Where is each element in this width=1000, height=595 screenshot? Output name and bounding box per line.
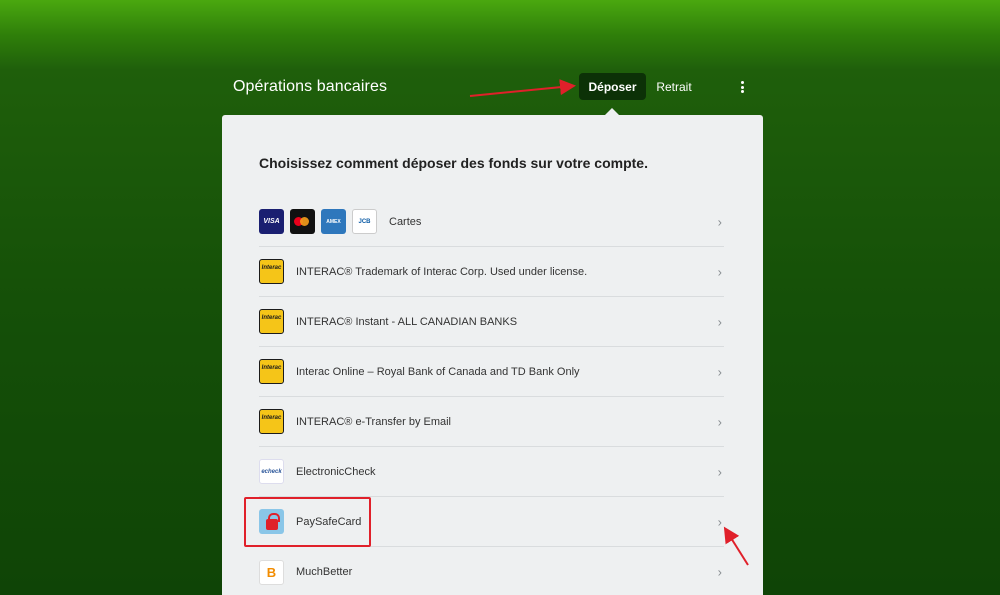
- method-label: Cartes: [389, 215, 422, 228]
- amex-logo: AMEX: [321, 209, 346, 234]
- page-title: Opérations bancaires: [233, 78, 388, 95]
- method-row-cards[interactable]: VISA AMEX JCB Cartes ›: [259, 197, 724, 247]
- method-label: Interac Online – Royal Bank of Canada an…: [296, 365, 580, 378]
- card-logos: VISA AMEX JCB: [259, 209, 377, 234]
- kebab-menu-icon[interactable]: [734, 78, 750, 96]
- chevron-right-icon: ›: [717, 264, 722, 279]
- method-row-interac-instant[interactable]: Interac INTERAC® Instant - ALL CANADIAN …: [259, 297, 724, 347]
- interac-logo: Interac: [259, 259, 284, 284]
- interac-logo: Interac: [259, 359, 284, 384]
- method-label: PaySafeCard: [296, 515, 362, 528]
- visa-logo: VISA: [259, 209, 284, 234]
- paysafecard-logo: [259, 509, 284, 534]
- mastercard-logo: [290, 209, 315, 234]
- method-row-interac-trademark[interactable]: Interac INTERAC® Trademark of Interac Co…: [259, 247, 724, 297]
- chevron-right-icon: ›: [717, 214, 722, 229]
- chevron-right-icon: ›: [717, 314, 722, 329]
- tab-deposit[interactable]: Déposer: [579, 73, 646, 100]
- method-row-interac-online[interactable]: Interac Interac Online – Royal Bank of C…: [259, 347, 724, 397]
- annotation-arrow-deposit: [469, 79, 576, 97]
- method-label: INTERAC® Instant - ALL CANADIAN BANKS: [296, 315, 518, 328]
- method-row-paysafecard[interactable]: PaySafeCard ›: [259, 497, 724, 547]
- chevron-right-icon: ›: [717, 464, 722, 479]
- echeck-logo: echeck: [259, 459, 284, 484]
- chevron-right-icon: ›: [717, 514, 722, 529]
- method-label: INTERAC® e-Transfer by Email: [296, 415, 452, 428]
- method-label: MuchBetter: [296, 566, 353, 578]
- chevron-right-icon: ›: [717, 414, 722, 429]
- method-row-muchbetter[interactable]: B MuchBetter ›: [259, 547, 724, 595]
- method-row-interac-etransfer[interactable]: Interac INTERAC® e-Transfer by Email ›: [259, 397, 724, 447]
- interac-logo: Interac: [259, 309, 284, 334]
- tab-withdraw[interactable]: Retrait: [650, 73, 698, 100]
- payment-method-list: VISA AMEX JCB Cartes › Interac INTERAC® …: [259, 197, 724, 595]
- panel-heading: Choisissez comment déposer des fonds sur…: [259, 155, 648, 171]
- chevron-right-icon: ›: [717, 364, 722, 379]
- jcb-logo: JCB: [352, 209, 377, 234]
- method-label: ElectronicCheck: [296, 465, 376, 478]
- method-row-electronic-check[interactable]: echeck ElectronicCheck ›: [259, 447, 724, 497]
- method-label: INTERAC® Trademark of Interac Corp. Used…: [296, 265, 588, 278]
- deposit-panel: Choisissez comment déposer des fonds sur…: [222, 115, 763, 595]
- interac-logo: Interac: [259, 409, 284, 434]
- muchbetter-logo: B: [259, 559, 284, 585]
- chevron-right-icon: ›: [717, 564, 722, 580]
